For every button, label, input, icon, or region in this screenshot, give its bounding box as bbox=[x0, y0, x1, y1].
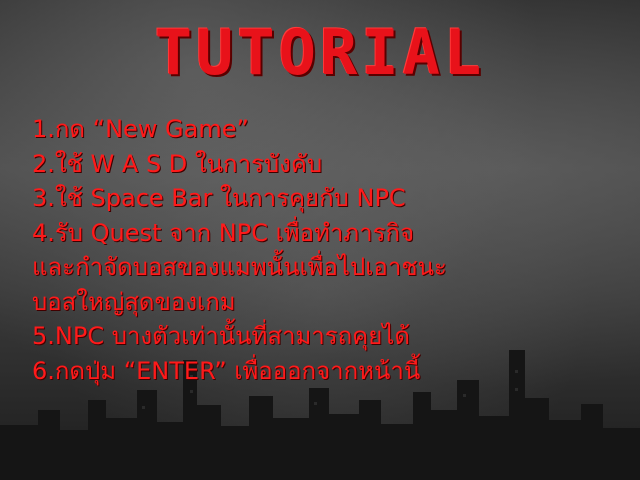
tutorial-screen: TUTORIAL 1.กด “New Game” 2.ใช้ W A S D ใ… bbox=[0, 0, 640, 480]
tutorial-title: TUTORIAL bbox=[154, 16, 486, 89]
instruction-line: 2.ใช้ W A S D ในการบังคับ bbox=[32, 149, 323, 178]
instruction-line: 3.ใช้ Space Bar ในการคุยกับ NPC bbox=[32, 184, 406, 212]
instruction-line: บอสใหญ่สุดของเกม bbox=[32, 287, 236, 316]
instruction-list: 1.กด “New Game” 2.ใช้ W A S D ในการบังคั… bbox=[32, 112, 620, 388]
instruction-line: 6.กดปุ่ม “ENTER” เพื่อออกจากหน้านี้ bbox=[32, 356, 421, 385]
instruction-line: และกำจัดบอสของแมพนั้นเพื่อไปเอาชนะ bbox=[32, 253, 447, 281]
instruction-line: 4.รับ Quest จาก NPC เพื่อทำภารกิจ bbox=[32, 218, 415, 247]
instruction-line: 5.NPC บางตัวเท่านั้นที่สามารถคุยได้ bbox=[32, 322, 410, 350]
instruction-line: 1.กด “New Game” bbox=[32, 115, 249, 143]
